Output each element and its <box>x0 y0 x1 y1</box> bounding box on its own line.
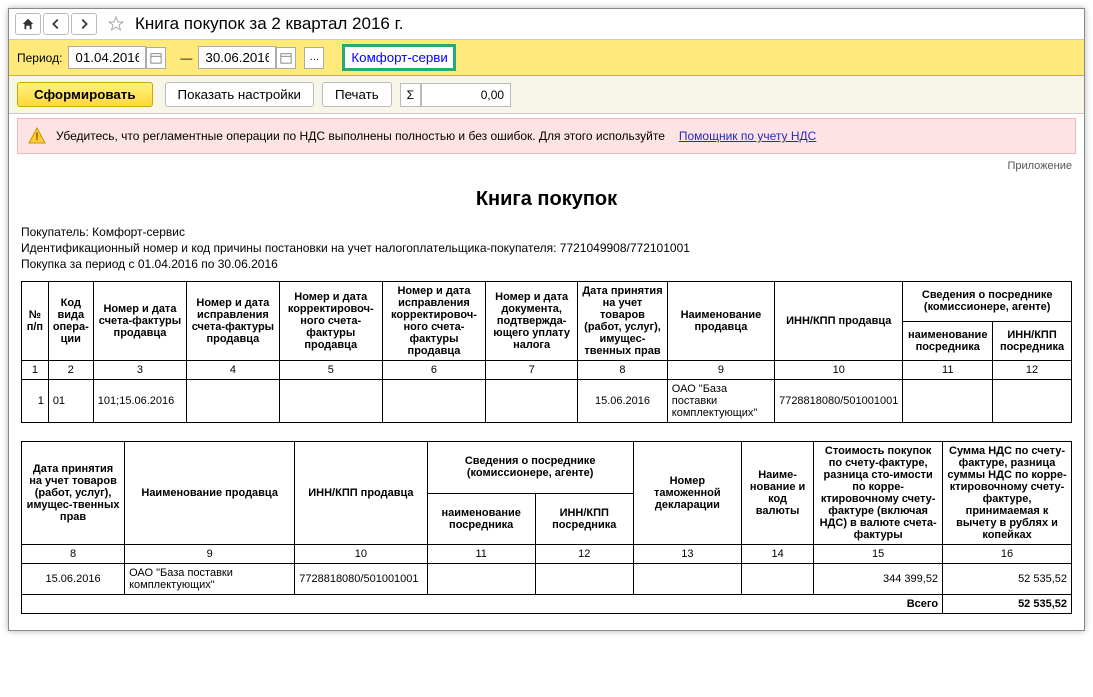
purchase-table-2: Дата принятия на учет товаров (работ, ус… <box>21 441 1072 614</box>
h2-agent: Сведения о посреднике (комиссионере, аге… <box>427 442 633 494</box>
settings-button[interactable]: Показать настройки <box>165 82 314 107</box>
h-korr-fix: Номер и дата исправления корректировоч-н… <box>382 282 485 361</box>
h2-inn: ИНН/КПП продавца <box>295 442 427 545</box>
report-area: Книга покупок Покупатель: Комфорт-сервис… <box>9 172 1084 630</box>
inn-row: Идентификационный номер и код причины по… <box>21 241 1072 255</box>
favorite-icon[interactable] <box>105 13 127 35</box>
svg-text:!: ! <box>35 131 39 143</box>
h2-date: Дата принятия на учет товаров (работ, ус… <box>22 442 125 545</box>
h-doc: Номер и дата документа, подтвержда-ющего… <box>486 282 578 361</box>
toolbar: Сформировать Показать настройки Печать Σ… <box>9 76 1084 114</box>
warning-icon: ! <box>28 127 46 145</box>
home-button[interactable] <box>15 13 41 35</box>
inn-label: Идентификационный номер и код причины по… <box>21 241 556 255</box>
appendix-label: Приложение <box>9 158 1084 172</box>
col-number-row: 1 2 3 4 5 6 7 8 9 10 11 12 <box>22 361 1072 380</box>
h2-seller: Наименование продавца <box>125 442 295 545</box>
period-extra-button[interactable]: … <box>304 47 324 69</box>
buyer-row: Покупатель: Комфорт-сервис <box>21 225 1072 239</box>
inn-value: 7721049908/772101001 <box>560 241 690 255</box>
h-agent-name: наименование посредника <box>903 321 993 361</box>
h-inv: Номер и дата счета-фактуры продавца <box>93 282 186 361</box>
h-korr: Номер и дата корректировоч-ного счета-фа… <box>279 282 382 361</box>
h2-cost: Стоимость покупок по счету-фактуре, разн… <box>814 442 943 545</box>
col-number-row-2: 8 9 10 11 12 13 14 15 16 <box>22 545 1072 564</box>
period-from-input[interactable] <box>68 46 146 69</box>
report-title: Книга покупок <box>21 188 1072 211</box>
period-line: Покупка за период с 01.04.2016 по 30.06.… <box>21 257 1072 271</box>
sum-icon: Σ <box>400 83 421 107</box>
alert-text: Убедитесь, что регламентные операции по … <box>56 129 665 143</box>
h-corr-inv: Номер и дата исправления счета-фактуры п… <box>187 282 280 361</box>
h-seller: Наименование продавца <box>667 282 774 361</box>
table-row: 1 01 101;15.06.2016 15.06.2016 ОАО "База… <box>22 380 1072 423</box>
calendar-to-button[interactable] <box>276 47 296 69</box>
period-dash: — <box>180 51 192 65</box>
print-button[interactable]: Печать <box>322 82 392 107</box>
calendar-from-button[interactable] <box>146 47 166 69</box>
h2-cur: Наиме-нование и код валюты <box>742 442 814 545</box>
total-row: Всего 52 535,52 <box>22 595 1072 614</box>
period-to-input[interactable] <box>198 46 276 69</box>
h2-vat: Сумма НДС по счету-фактуре, разница сумм… <box>943 442 1072 545</box>
organization-input[interactable] <box>344 46 454 69</box>
h-date: Дата принятия на учет товаров (работ, ус… <box>578 282 668 361</box>
h-agent: Сведения о посреднике (комиссионере, аге… <box>903 282 1072 322</box>
alert-banner: ! Убедитесь, что регламентные операции п… <box>17 118 1076 154</box>
h-code: Код вида опера-ции <box>48 282 93 361</box>
h2-cust: Номер таможенной декларации <box>633 442 741 545</box>
period-bar: Период: — … <box>9 40 1084 76</box>
forward-button[interactable] <box>71 13 97 35</box>
buyer-label: Покупатель: <box>21 225 89 239</box>
sum-value: 0,00 <box>421 83 511 107</box>
back-button[interactable] <box>43 13 69 35</box>
nav-bar: Книга покупок за 2 квартал 2016 г. <box>9 9 1084 40</box>
alert-link[interactable]: Помощник по учету НДС <box>679 129 816 143</box>
period-label: Период: <box>17 51 62 65</box>
total-label: Всего <box>22 595 943 614</box>
h2-agent-name: наименование посредника <box>427 493 535 545</box>
purchase-table-1: № п/п Код вида опера-ции Номер и дата сч… <box>21 281 1072 423</box>
buyer-value: Комфорт-сервис <box>92 225 185 239</box>
h-num: № п/п <box>22 282 49 361</box>
table-row: 15.06.2016 ОАО "База поставки комплектую… <box>22 564 1072 595</box>
page-title: Книга покупок за 2 квартал 2016 г. <box>135 14 403 34</box>
h2-agent-inn: ИНН/КПП посредника <box>535 493 633 545</box>
total-value: 52 535,52 <box>943 595 1072 614</box>
h-inn: ИНН/КПП продавца <box>775 282 903 361</box>
h-agent-inn: ИНН/КПП посредника <box>993 321 1072 361</box>
form-button[interactable]: Сформировать <box>17 82 153 107</box>
